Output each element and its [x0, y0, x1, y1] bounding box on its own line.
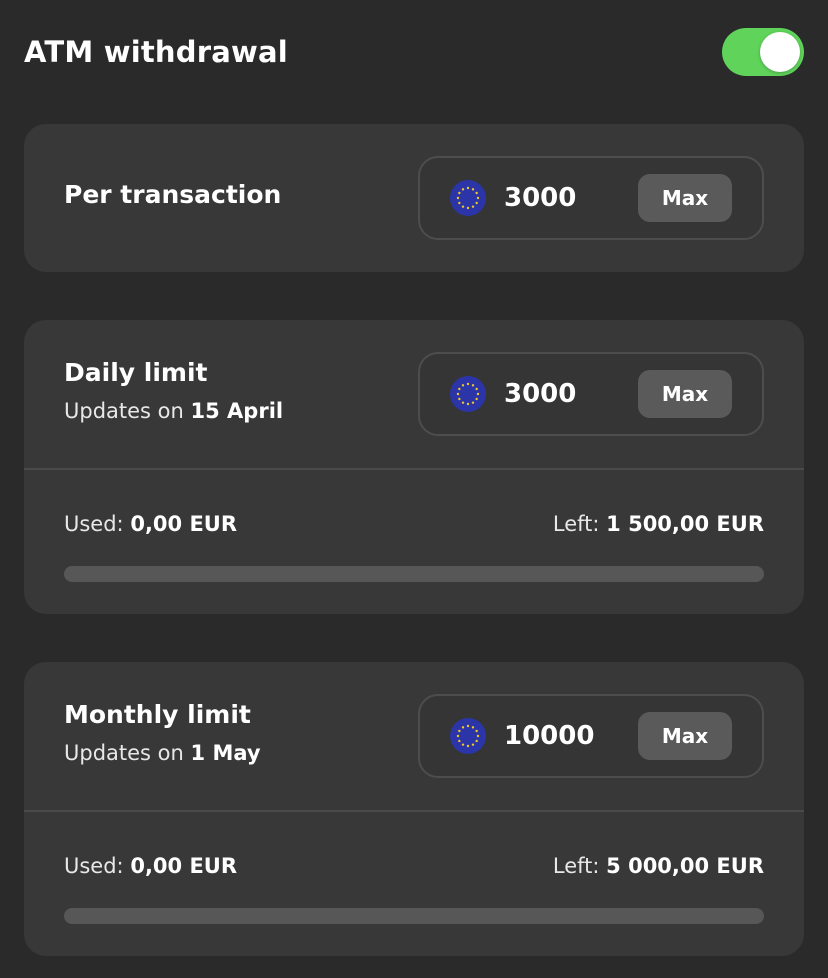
monthly-limit-usage: Used: 0,00 EUR Left: 5 000,00 EUR: [24, 812, 804, 954]
eu-flag-icon: [450, 180, 486, 216]
monthly-limit-max-button[interactable]: Max: [638, 712, 732, 760]
per-transaction-max-button[interactable]: Max: [638, 174, 732, 222]
per-transaction-amount[interactable]: 3000: [504, 158, 576, 238]
monthly-limit-used-label: Used:: [64, 854, 124, 878]
monthly-limit-updates-prefix: Updates on: [64, 741, 184, 765]
monthly-limit-usage-row: Used: 0,00 EUR Left: 5 000,00 EUR: [64, 854, 764, 878]
page-title: ATM withdrawal: [24, 35, 288, 69]
atm-withdrawal-settings: ATM withdrawal Per transaction 3000 Max …: [0, 0, 828, 978]
monthly-limit-used: Used: 0,00 EUR: [64, 854, 237, 878]
header: ATM withdrawal: [24, 24, 804, 80]
daily-limit-used-value: 0,00 EUR: [130, 512, 238, 536]
daily-limit-used-label: Used:: [64, 512, 124, 536]
daily-limit-left: Left: 1 500,00 EUR: [553, 512, 764, 536]
per-transaction-card: Per transaction 3000 Max: [24, 124, 804, 272]
atm-withdrawal-toggle[interactable]: [722, 28, 804, 76]
per-transaction-top: Per transaction 3000 Max: [24, 124, 804, 272]
toggle-knob: [760, 32, 800, 72]
daily-limit-top: Daily limit Updates on 15 April 3000 Max: [24, 320, 804, 468]
monthly-limit-title: Monthly limit: [64, 700, 251, 729]
daily-limit-usage-row: Used: 0,00 EUR Left: 1 500,00 EUR: [64, 512, 764, 536]
daily-limit-update-info: Updates on 15 April: [64, 399, 283, 423]
daily-limit-label-block: Daily limit Updates on 15 April: [64, 358, 283, 423]
daily-limit-amount-field[interactable]: 3000 Max: [418, 352, 764, 436]
per-transaction-title: Per transaction: [64, 180, 282, 209]
monthly-limit-updates-date: 1 May: [190, 741, 261, 765]
daily-limit-used: Used: 0,00 EUR: [64, 512, 237, 536]
per-transaction-label-block: Per transaction: [64, 180, 281, 209]
daily-limit-title: Daily limit: [64, 358, 208, 387]
monthly-limit-label-block: Monthly limit Updates on 1 May: [64, 700, 261, 765]
daily-limit-amount[interactable]: 3000: [504, 354, 576, 434]
monthly-limit-left-value: 5 000,00 EUR: [606, 854, 764, 878]
daily-limit-progress-bar: [64, 566, 764, 582]
daily-limit-left-label: Left:: [552, 512, 600, 536]
daily-limit-usage: Used: 0,00 EUR Left: 1 500,00 EUR: [24, 470, 804, 612]
monthly-limit-amount[interactable]: 10000: [504, 696, 594, 776]
monthly-limit-card: Monthly limit Updates on 1 May 10000 Max…: [24, 662, 804, 956]
per-transaction-amount-field[interactable]: 3000 Max: [418, 156, 764, 240]
monthly-limit-left-label: Left:: [552, 854, 600, 878]
daily-limit-left-value: 1 500,00 EUR: [606, 512, 764, 536]
daily-limit-card: Daily limit Updates on 15 April 3000 Max…: [24, 320, 804, 614]
monthly-limit-update-info: Updates on 1 May: [64, 741, 261, 765]
monthly-limit-left: Left: 5 000,00 EUR: [553, 854, 764, 878]
monthly-limit-top: Monthly limit Updates on 1 May 10000 Max: [24, 662, 804, 810]
monthly-limit-used-value: 0,00 EUR: [130, 854, 238, 878]
monthly-limit-progress-bar: [64, 908, 764, 924]
monthly-limit-amount-field[interactable]: 10000 Max: [418, 694, 764, 778]
daily-limit-updates-prefix: Updates on: [64, 399, 184, 423]
daily-limit-updates-date: 15 April: [190, 399, 284, 423]
eu-flag-icon: [450, 376, 486, 412]
eu-flag-icon: [450, 718, 486, 754]
daily-limit-max-button[interactable]: Max: [638, 370, 732, 418]
